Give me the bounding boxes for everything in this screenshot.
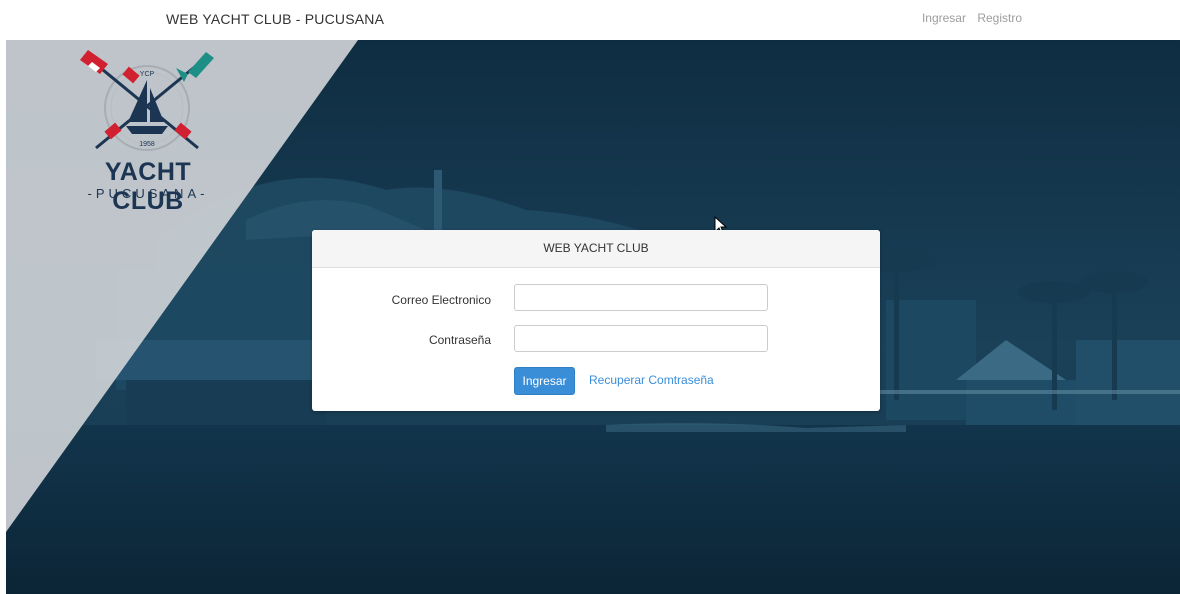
top-navbar: WEB YACHT CLUB - PUCUSANA Ingresar Regis… bbox=[0, 0, 1180, 40]
navbar-brand[interactable]: WEB YACHT CLUB - PUCUSANA bbox=[166, 11, 384, 27]
navbar-links: Ingresar Registro bbox=[914, 11, 1022, 25]
login-panel-heading: WEB YACHT CLUB bbox=[312, 230, 880, 268]
login-submit-button[interactable]: Ingresar bbox=[514, 367, 575, 395]
login-panel: WEB YACHT CLUB Correo Electronico Contra… bbox=[312, 230, 880, 411]
password-field[interactable] bbox=[514, 325, 768, 352]
recover-password-link[interactable]: Recuperar Comtraseña bbox=[589, 373, 714, 387]
logo-subtitle: -PUCUSANA- bbox=[87, 186, 209, 201]
logo-badge-year: 1958 bbox=[139, 141, 155, 148]
email-field[interactable] bbox=[514, 284, 768, 311]
password-label: Contraseña bbox=[428, 333, 491, 347]
email-label: Correo Electronico bbox=[391, 293, 491, 307]
sailboat-icon bbox=[126, 80, 168, 134]
nav-link-registro[interactable]: Registro bbox=[977, 11, 1022, 25]
crossed-oars-icon: YCP 1958 bbox=[80, 50, 214, 151]
logo-badge-top: YCP bbox=[140, 71, 155, 78]
yacht-club-logo: YCP 1958 YACHT CLUB -PUCUSANA- bbox=[66, 48, 236, 215]
nav-link-ingresar[interactable]: Ingresar bbox=[922, 11, 966, 25]
